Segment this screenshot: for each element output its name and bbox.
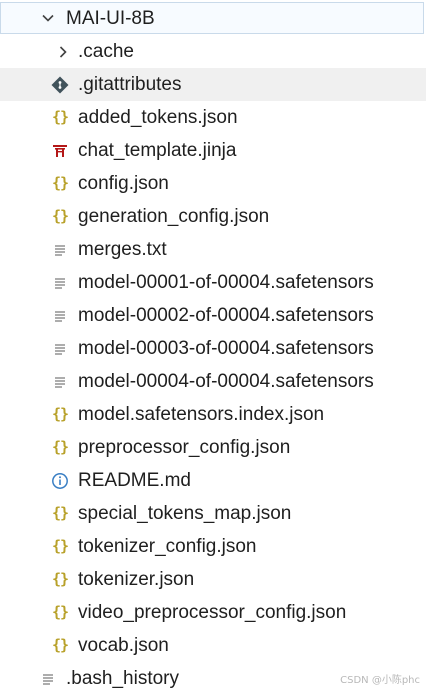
json-braces-icon: {} bbox=[51, 504, 69, 522]
file-tokenizer-config-json[interactable]: {} tokenizer_config.json bbox=[0, 530, 426, 563]
json-braces-icon: {} bbox=[51, 174, 69, 192]
file-readme-md[interactable]: README.md bbox=[0, 464, 426, 497]
file-label: tokenizer.json bbox=[78, 569, 195, 590]
file-model-index-json[interactable]: {} model.safetensors.index.json bbox=[0, 398, 426, 431]
file-preprocessor-config-json[interactable]: {} preprocessor_config.json bbox=[0, 431, 426, 464]
file-added-tokens-json[interactable]: {} added_tokens.json bbox=[0, 101, 426, 134]
file-model-00001[interactable]: model-00001-of-00004.safetensors bbox=[0, 266, 426, 299]
watermark: CSDN @小陈phc bbox=[340, 675, 420, 686]
file-chat-template-jinja[interactable]: chat_template.jinja bbox=[0, 134, 426, 167]
text-lines-icon bbox=[50, 273, 70, 293]
text-lines-icon bbox=[38, 669, 58, 689]
json-braces-icon: {} bbox=[51, 207, 69, 225]
file-label: tokenizer_config.json bbox=[78, 536, 257, 557]
file-label: README.md bbox=[78, 470, 191, 491]
git-icon bbox=[50, 75, 70, 95]
file-label: preprocessor_config.json bbox=[78, 437, 291, 458]
file-model-00002[interactable]: model-00002-of-00004.safetensors bbox=[0, 299, 426, 332]
file-label: merges.txt bbox=[78, 239, 167, 260]
json-braces-icon: {} bbox=[51, 405, 69, 423]
jinja-icon bbox=[50, 141, 70, 161]
file-label: vocab.json bbox=[78, 635, 169, 656]
file-tokenizer-json[interactable]: {} tokenizer.json bbox=[0, 563, 426, 596]
file-special-tokens-map-json[interactable]: {} special_tokens_map.json bbox=[0, 497, 426, 530]
json-braces-icon: {} bbox=[51, 438, 69, 456]
json-braces-icon: {} bbox=[51, 537, 69, 555]
json-braces-icon: {} bbox=[51, 108, 69, 126]
folder-cache[interactable]: .cache bbox=[0, 35, 426, 68]
folder-label: MAI-UI-8B bbox=[66, 7, 155, 29]
file-label: config.json bbox=[78, 173, 169, 194]
file-label: special_tokens_map.json bbox=[78, 503, 292, 524]
text-lines-icon bbox=[50, 306, 70, 326]
file-label: added_tokens.json bbox=[78, 107, 238, 128]
file-config-json[interactable]: {} config.json bbox=[0, 167, 426, 200]
file-model-00003[interactable]: model-00003-of-00004.safetensors bbox=[0, 332, 426, 365]
info-icon bbox=[50, 471, 70, 491]
text-lines-icon bbox=[50, 372, 70, 392]
file-label: generation_config.json bbox=[78, 206, 270, 227]
file-label: .bash_history bbox=[66, 668, 180, 689]
chevron-down-icon bbox=[39, 8, 57, 28]
chevron-right-icon bbox=[54, 42, 72, 62]
file-label: chat_template.jinja bbox=[78, 140, 237, 161]
json-braces-icon: {} bbox=[51, 570, 69, 588]
file-video-preprocessor-config-json[interactable]: {} video_preprocessor_config.json bbox=[0, 596, 426, 629]
file-merges-txt[interactable]: merges.txt bbox=[0, 233, 426, 266]
file-label: video_preprocessor_config.json bbox=[78, 602, 347, 623]
file-label: .cache bbox=[78, 41, 134, 62]
file-label: model.safetensors.index.json bbox=[78, 404, 325, 425]
file-label: .gitattributes bbox=[78, 74, 182, 95]
file-label: model-00004-of-00004.safetensors bbox=[78, 371, 374, 392]
file-label: model-00001-of-00004.safetensors bbox=[78, 272, 374, 293]
text-lines-icon bbox=[50, 339, 70, 359]
folder-mai-ui-8b[interactable]: MAI-UI-8B bbox=[0, 2, 424, 34]
file-label: model-00002-of-00004.safetensors bbox=[78, 305, 374, 326]
file-generation-config-json[interactable]: {} generation_config.json bbox=[0, 200, 426, 233]
file-model-00004[interactable]: model-00004-of-00004.safetensors bbox=[0, 365, 426, 398]
file-vocab-json[interactable]: {} vocab.json bbox=[0, 629, 426, 662]
file-explorer: MAI-UI-8B .cache .gitattributes {} added… bbox=[0, 0, 426, 690]
file-gitattributes[interactable]: .gitattributes bbox=[0, 68, 426, 101]
file-label: model-00003-of-00004.safetensors bbox=[78, 338, 374, 359]
json-braces-icon: {} bbox=[51, 636, 69, 654]
text-lines-icon bbox=[50, 240, 70, 260]
json-braces-icon: {} bbox=[51, 603, 69, 621]
